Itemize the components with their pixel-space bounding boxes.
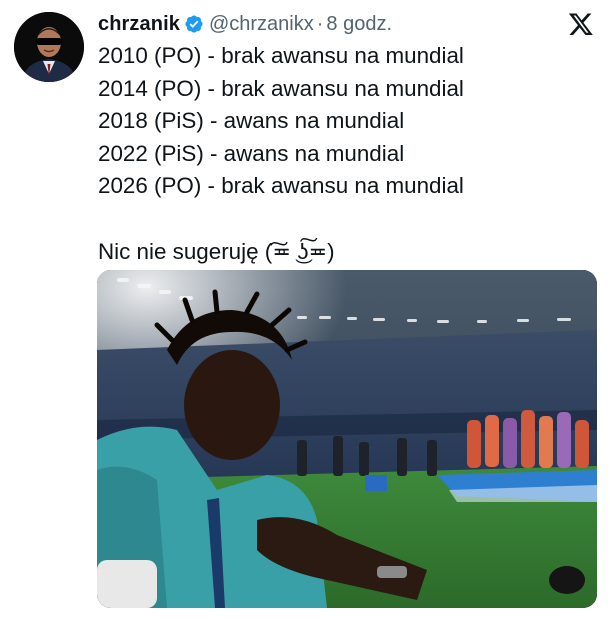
tweet-line: 2014 (PO) - brak awansu na mundial	[98, 75, 464, 101]
separator-dot: ·	[316, 12, 324, 35]
tweet-line: 2026 (PO) - brak awansu na mundial	[98, 173, 464, 198]
stadium-photo	[97, 270, 597, 608]
tweet-line: 2018 (PiS) - awans na mundial	[98, 108, 405, 133]
tweet-header: chrzanik @chrzanikx · 8 godz.	[98, 10, 596, 38]
tweet-text: 2010 (PO) - brak awansu na mundial 2014 …	[98, 40, 596, 268]
tweet-line: 2022 (PiS) - awans na mundial	[98, 140, 405, 166]
tweet-closing-line: Nic nie sugeruję (͠≖ ͜ʖ͠≖)	[98, 238, 335, 264]
x-logo-icon	[568, 11, 594, 37]
author-name[interactable]: chrzanik	[98, 13, 180, 36]
avatar-image	[14, 12, 84, 82]
post-time[interactable]: 8 godz.	[326, 13, 392, 36]
avatar[interactable]	[14, 12, 84, 82]
verified-badge-icon	[184, 14, 204, 34]
author-handle[interactable]: @chrzanikx	[209, 13, 314, 36]
tweet-media[interactable]	[97, 270, 597, 608]
tweet-line: 2010 (PO) - brak awansu na mundial	[98, 43, 464, 68]
